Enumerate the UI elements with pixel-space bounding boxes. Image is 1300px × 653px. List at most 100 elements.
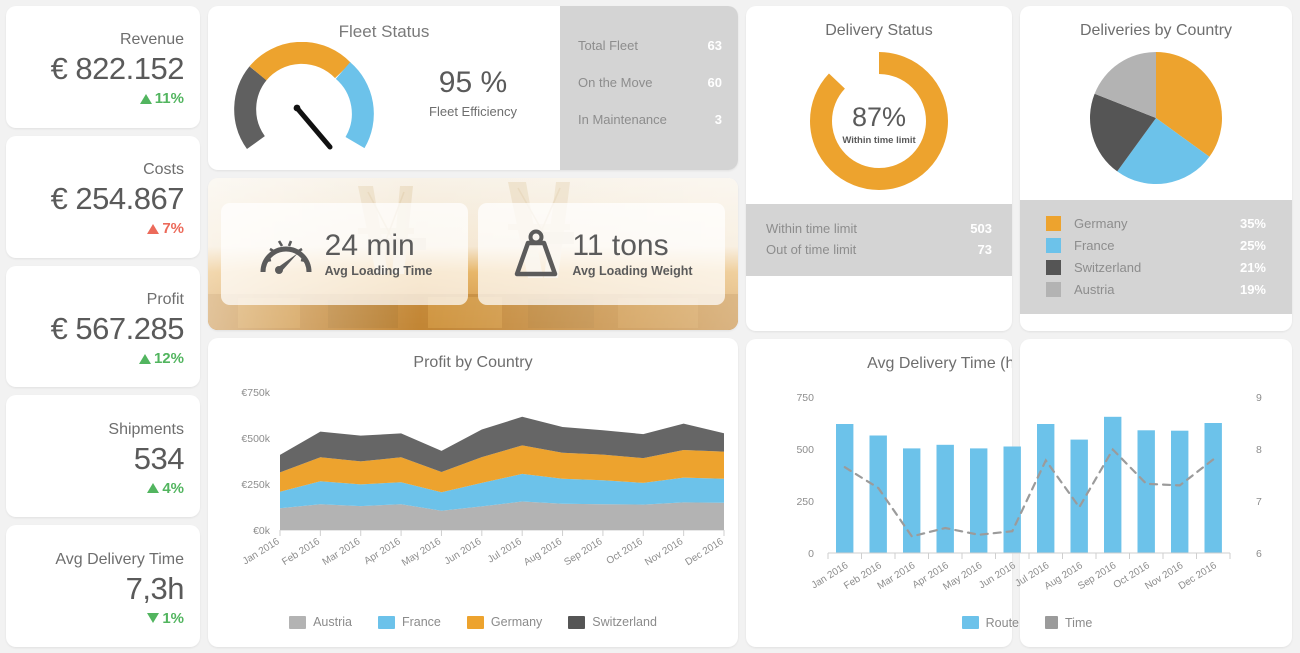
kpi-delta-text: 11% bbox=[154, 90, 184, 108]
gauge-segment-gray bbox=[234, 66, 267, 150]
trend-up-icon bbox=[138, 353, 151, 364]
y-tick-label: €500k bbox=[241, 433, 270, 445]
legend-percent: 25% bbox=[1239, 237, 1266, 253]
kpi-delta-text: 1% bbox=[162, 609, 184, 627]
legend-swatch bbox=[1045, 616, 1059, 629]
legend-label: Switzerland bbox=[1074, 259, 1142, 275]
pie-legend-item-germany[interactable]: Germany 35% bbox=[1046, 212, 1266, 234]
middle-column: Fleet Status 95 % Fleet Efficiency Total… bbox=[208, 6, 738, 647]
kpi-label: Costs bbox=[143, 161, 184, 179]
bar bbox=[1104, 416, 1122, 553]
kpi-delta: 4% bbox=[147, 480, 184, 497]
x-tick-label: Nov 2016 bbox=[643, 536, 686, 568]
kpi-card-avg-delivery-time[interactable]: Avg Delivery Time 7,3h 1% bbox=[6, 525, 200, 647]
trend-up-icon bbox=[139, 93, 152, 104]
kpi-card-costs[interactable]: Costs € 254.867 7% bbox=[6, 135, 200, 258]
fleet-stats-panel: Total Fleet 63 On the Move 60 In Mainten… bbox=[560, 6, 738, 170]
fleet-stat-label: In Maintenance bbox=[578, 112, 667, 127]
legend-item-germany[interactable]: Germany bbox=[466, 615, 542, 629]
pie-legend-item-france[interactable]: France 25% bbox=[1046, 234, 1266, 256]
trend-up-icon bbox=[147, 483, 160, 494]
profit-by-country-title: Profit by Country bbox=[413, 354, 533, 371]
deliveries-by-country-card: Deliveries by Country Germany 35% France… bbox=[1020, 6, 1292, 331]
legend-percent: 35% bbox=[1239, 215, 1266, 231]
delivery-status-card: Delivery Status 87% Within time limit Wi… bbox=[746, 6, 1012, 331]
fleet-efficiency-readout: 95 % Fleet Efficiency bbox=[398, 66, 548, 119]
y-tick-label: €250k bbox=[241, 479, 270, 491]
kpi-value: € 567.285 bbox=[50, 310, 185, 346]
kpi-label: Shipments bbox=[108, 420, 184, 438]
bar bbox=[1137, 430, 1155, 553]
legend-swatch bbox=[568, 615, 586, 629]
fleet-status-card: Fleet Status 95 % Fleet Efficiency Total… bbox=[208, 6, 738, 170]
legend-percent: 21% bbox=[1239, 259, 1266, 275]
left-y-tick-label: 750 bbox=[796, 392, 814, 404]
legend-swatch bbox=[1046, 237, 1061, 253]
kpi-column: Revenue € 822.152 11% Costs € 254.867 7%… bbox=[6, 6, 200, 647]
trend-down-icon bbox=[147, 613, 160, 624]
legend-item-route[interactable]: Route bbox=[961, 610, 1019, 635]
pie-wrap bbox=[1020, 48, 1292, 188]
x-tick-label: Mar 2016 bbox=[876, 560, 918, 592]
profit-by-country-chart: €0k €250k €500k €750k Jan 2016Feb 2016Mar 20… bbox=[241, 387, 726, 569]
right-y-tick-label: 6 bbox=[1256, 548, 1262, 560]
kpi-card-revenue[interactable]: Revenue € 822.152 11% bbox=[6, 6, 200, 128]
x-tick-label: May 2016 bbox=[400, 536, 443, 569]
legend-item-switzerland[interactable]: Switzerland bbox=[568, 615, 657, 629]
legend-label: Austria bbox=[313, 615, 352, 629]
avg-loading-weight-value: 11 tons bbox=[572, 228, 669, 262]
kpi-value: 7,3h bbox=[125, 570, 185, 606]
line-series-time bbox=[843, 447, 1215, 538]
kpi-delta: 11% bbox=[139, 90, 184, 108]
avg-delivery-time-legend: Route Time bbox=[754, 610, 1300, 635]
legend-item-france[interactable]: France bbox=[377, 615, 441, 629]
fleet-status-main: Fleet Status 95 % Fleet Efficiency bbox=[208, 6, 560, 170]
deliveries-by-country-pie bbox=[1089, 52, 1223, 185]
x-tick-label: Sep 2016 bbox=[562, 536, 605, 568]
area-series-austria bbox=[280, 501, 724, 530]
x-tick-label: Jan 2016 bbox=[241, 536, 282, 567]
y-tick-label: €750k bbox=[241, 387, 270, 399]
bar bbox=[1204, 423, 1222, 553]
kpi-delta: 7% bbox=[147, 220, 184, 237]
legend-label: Switzerland bbox=[592, 615, 657, 629]
legend-swatch bbox=[1046, 259, 1061, 275]
kpi-delta: 12% bbox=[138, 350, 184, 367]
kpi-value: 534 bbox=[133, 440, 185, 476]
kpi-delta-text: 7% bbox=[162, 220, 184, 238]
fleet-efficiency-caption: Fleet Efficiency bbox=[429, 104, 517, 119]
legend-percent: 19% bbox=[1239, 281, 1266, 297]
kpi-card-shipments[interactable]: Shipments 534 4% bbox=[6, 395, 200, 518]
bar bbox=[1037, 424, 1055, 553]
left-y-tick-label: 500 bbox=[796, 444, 814, 456]
pie-legend: Germany 35% France 25% Switzerland 21% A… bbox=[1020, 200, 1292, 314]
y-tick-label: €0k bbox=[253, 525, 271, 537]
fleet-efficiency-value: 95 % bbox=[438, 66, 508, 99]
gauge-segment-orange bbox=[249, 41, 351, 81]
legend-item-austria[interactable]: Austria bbox=[289, 615, 352, 629]
legend-label: Austria bbox=[1074, 281, 1115, 297]
bar bbox=[903, 448, 921, 553]
fleet-stat-value: 60 bbox=[707, 75, 722, 90]
x-tick-label: Sep 2016 bbox=[1076, 560, 1119, 592]
fleet-stat-row: On the Move 60 bbox=[578, 75, 722, 90]
bar bbox=[936, 444, 954, 553]
fleet-stat-row: Total Fleet 63 bbox=[578, 38, 722, 53]
bar bbox=[970, 448, 988, 553]
pie-legend-item-austria[interactable]: Austria 19% bbox=[1046, 278, 1266, 300]
legend-label: France bbox=[401, 615, 441, 629]
legend-swatch bbox=[1046, 215, 1061, 231]
avg-loading-weight-tile: 11 tons Avg Loading Weight bbox=[478, 203, 725, 305]
delivery-summary-label: Out of time limit bbox=[766, 242, 857, 257]
avg-delivery-time-chart: 02505007506789Jan 2016Feb 2016Mar 2016Ap… bbox=[796, 392, 1262, 593]
legend-label: Germany bbox=[1074, 215, 1128, 231]
donut-center-caption: Within time limit bbox=[842, 135, 916, 146]
legend-item-time[interactable]: Time bbox=[1045, 610, 1092, 635]
pie-legend-item-switzerland[interactable]: Switzerland 21% bbox=[1046, 256, 1266, 278]
delivery-donut-wrap: 87% Within time limit bbox=[746, 46, 1012, 196]
deliveries-by-country-title: Deliveries by Country bbox=[1079, 22, 1233, 39]
right-y-tick-label: 8 bbox=[1256, 444, 1262, 456]
kpi-card-profit[interactable]: Profit € 567.285 12% bbox=[6, 265, 200, 388]
bar bbox=[1070, 439, 1088, 553]
delivery-status-summary: Within time limit 503 Out of time limit … bbox=[746, 204, 1012, 276]
